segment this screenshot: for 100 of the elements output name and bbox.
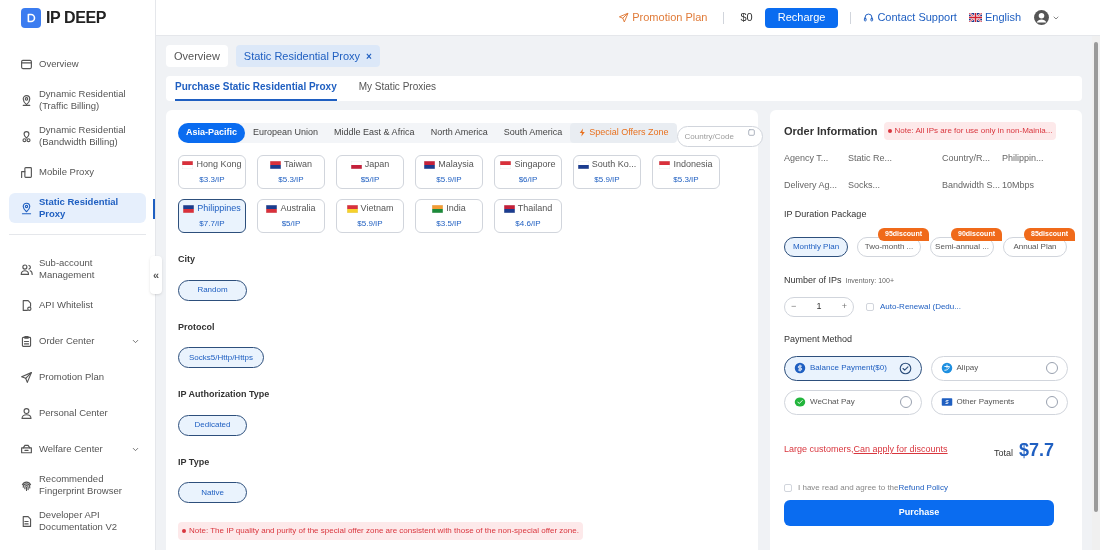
- balance: $0: [740, 10, 753, 26]
- page-tab[interactable]: Overview: [166, 45, 228, 67]
- info-value: Static Re...: [848, 152, 893, 165]
- close-tab-button[interactable]: ×: [366, 48, 372, 64]
- active-indicator: [153, 199, 155, 219]
- country-name: Vietnam: [360, 202, 394, 216]
- country-name: South Ko...: [591, 158, 637, 172]
- region-tab[interactable]: South America: [495, 122, 571, 143]
- payment-option[interactable]: Alipay: [930, 355, 1068, 381]
- mobile-icon: [20, 165, 33, 179]
- country-price: $5.3/IP: [673, 173, 699, 186]
- option-button[interactable]: Native: [178, 482, 247, 503]
- info-value: Philippin...: [1002, 152, 1045, 165]
- purchase-button[interactable]: Purchase: [784, 499, 1054, 526]
- region-tab[interactable]: Asia-Pacific: [178, 122, 246, 143]
- region-tab[interactable]: Middle East & Africa: [326, 122, 423, 143]
- scrollbar[interactable]: [1094, 42, 1098, 512]
- country-card[interactable]: Thailand $4.6/IP: [494, 199, 562, 233]
- users-icon: [20, 262, 33, 276]
- agreement-text: I have read and agree to theRefund Policy: [798, 481, 948, 494]
- flag-icon: [270, 161, 281, 169]
- sidebar-item[interactable]: Mobile Proxy: [9, 157, 146, 187]
- fingerprint-icon: [20, 478, 33, 492]
- total-price: $7.7: [1018, 438, 1054, 462]
- country-price: $6/IP: [518, 173, 538, 186]
- country-card[interactable]: South Ko... $5.9/IP: [573, 155, 641, 189]
- send-icon: [618, 12, 630, 23]
- country-card[interactable]: Hong Kong $3.3/IP: [178, 155, 246, 189]
- country-name: Indonesia: [673, 158, 713, 172]
- sidebar-item[interactable]: Developer API Documentation V2: [9, 506, 146, 536]
- flag-icon: [503, 205, 515, 213]
- payment-option[interactable]: Other Payments: [930, 389, 1068, 415]
- option-button[interactable]: Random: [178, 279, 247, 301]
- country-name: Japan: [364, 158, 390, 172]
- sub-tab[interactable]: My Static Proxies: [358, 79, 436, 101]
- contact-support-link[interactable]: Contact Support: [863, 9, 957, 26]
- country-price: $3.5/IP: [436, 217, 462, 230]
- region-tab[interactable]: North America: [422, 122, 496, 143]
- brand-name: IP DEEP: [46, 8, 107, 28]
- section-title: Payment Method: [784, 333, 854, 346]
- location-pin-icon: [20, 93, 33, 107]
- page-tab[interactable]: Static Residential Proxy ×: [235, 45, 380, 67]
- sidebar-item[interactable]: Order Center: [9, 326, 146, 356]
- checkbox[interactable]: [784, 483, 792, 492]
- flag-icon: [350, 161, 362, 169]
- country-card[interactable]: Japan $5/IP: [336, 155, 404, 189]
- country-price: $5.9/IP: [357, 217, 383, 230]
- info-label: Bandwidth S...: [942, 178, 1002, 192]
- total-label: Total: [993, 446, 1013, 460]
- sidebar-item[interactable]: Overview: [9, 49, 146, 79]
- country-card[interactable]: Indonesia $5.3/IP: [652, 155, 720, 189]
- flag-icon: [577, 161, 589, 169]
- country-card[interactable]: Vietnam $5.9/IP: [336, 199, 404, 233]
- sidebar-item[interactable]: Dynamic Residential (Bandwidth Billing): [9, 121, 146, 151]
- window-icon: [20, 57, 33, 71]
- sidebar-item[interactable]: Promotion Plan: [9, 362, 146, 392]
- discount-link[interactable]: Can apply for discounts: [853, 444, 948, 455]
- sidebar-item[interactable]: Welfare Center: [9, 434, 146, 464]
- sidebar-item[interactable]: Dynamic Residential (Traffic Billing): [9, 85, 146, 115]
- sidebar-item[interactable]: Personal Center: [9, 398, 146, 428]
- option-button[interactable]: Dedicated: [178, 414, 247, 436]
- option-button[interactable]: Socks5/Http/Https: [178, 347, 265, 368]
- language-selector[interactable]: English: [968, 9, 1021, 26]
- country-card[interactable]: Singapore $6/IP: [494, 155, 562, 189]
- country-card[interactable]: Malaysia $5.9/IP: [415, 155, 483, 189]
- sidebar-item[interactable]: API Whitelist: [9, 290, 146, 320]
- user-menu[interactable]: [1033, 9, 1060, 26]
- search-field[interactable]: Country/Code: [676, 126, 763, 147]
- plus-button[interactable]: +: [841, 300, 847, 314]
- check-circle-icon: [898, 361, 912, 375]
- flag-icon: [424, 161, 436, 169]
- country-card[interactable]: Taiwan $5.3/IP: [257, 155, 325, 189]
- section-title: IP Authorization Type: [178, 388, 271, 401]
- country-name: Philippines: [197, 202, 241, 216]
- refund-policy-link[interactable]: Refund Policy: [898, 482, 948, 492]
- region-tab[interactable]: European Union: [245, 122, 327, 143]
- country-price: $5.3/IP: [278, 173, 304, 186]
- headset-icon: [863, 12, 875, 23]
- payment-option[interactable]: WeChat Pay: [784, 389, 922, 415]
- collapse-button[interactable]: «: [150, 256, 162, 294]
- payment-option[interactable]: Balance Payment($0): [784, 355, 922, 381]
- plan-button[interactable]: Monthly Plan: [784, 236, 848, 257]
- sidebar-item[interactable]: Sub-account Management: [9, 254, 146, 284]
- country-name: Hong Kong: [196, 158, 242, 172]
- section-title: City: [178, 253, 196, 266]
- recharge-button[interactable]: Recharge: [764, 7, 839, 28]
- country-name: Australia: [280, 202, 316, 216]
- panel-title: Order Information: [784, 123, 878, 139]
- country-card[interactable]: India $3.5/IP: [415, 199, 483, 233]
- note-text: Note: The IP quality and purity of the special offer zone are consistent with those of the non-special offer zone.: [189, 525, 579, 537]
- country-card[interactable]: Philippines $7.7/IP: [178, 199, 246, 233]
- wallet-icon: [940, 396, 953, 408]
- checkbox[interactable]: [866, 303, 874, 311]
- sub-tab[interactable]: Purchase Static Residential Proxy: [175, 79, 337, 101]
- minus-button[interactable]: −: [791, 300, 797, 314]
- section-title: Number of IPs: [784, 273, 842, 287]
- sidebar-item[interactable]: Recommended Fingerprint Browser: [9, 470, 146, 500]
- country-card[interactable]: Australia $5/IP: [257, 199, 325, 233]
- country-price: $5.9/IP: [594, 173, 620, 186]
- discount-text: Large customers,Can apply for discounts: [784, 443, 948, 457]
